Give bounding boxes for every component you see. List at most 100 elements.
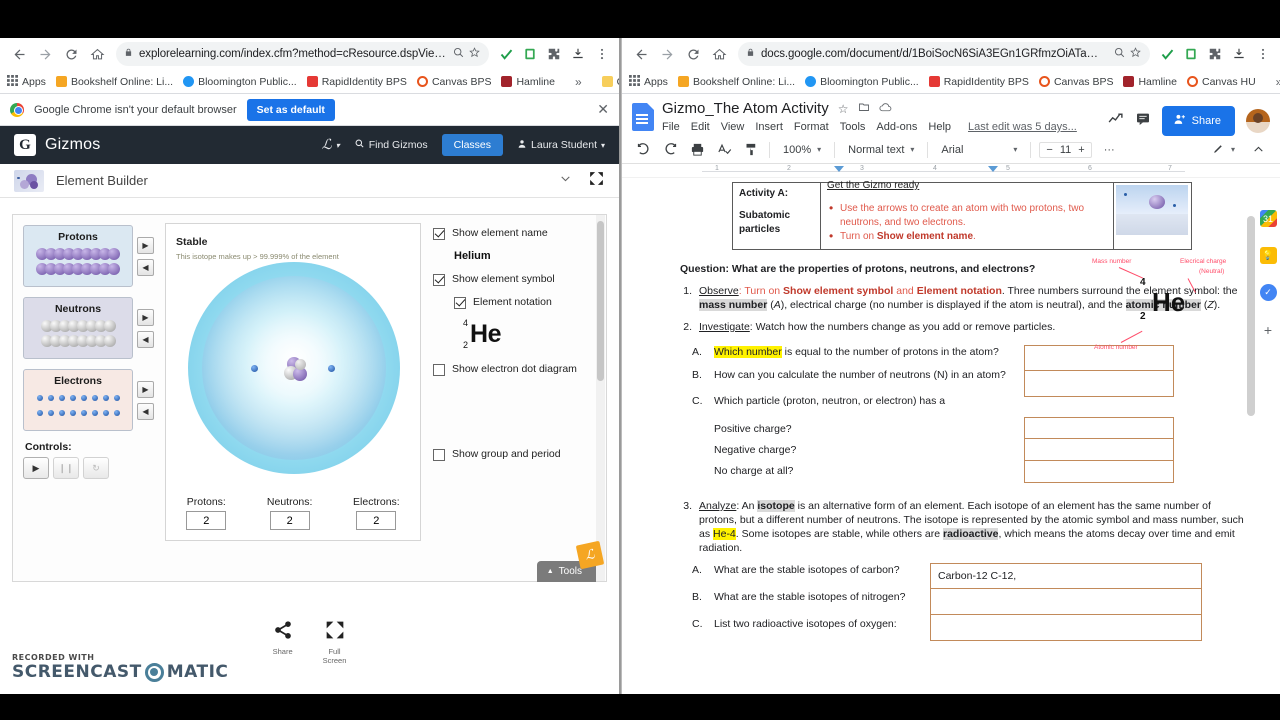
add-icon[interactable]: + [1259,321,1277,338]
activity-dashboard-icon[interactable] [1107,110,1124,132]
editing-mode-select[interactable]: ▾ [1207,140,1240,160]
gdocs-scrollbar[interactable] [1247,206,1255,536]
increase-font-size-button[interactable]: + [1078,144,1084,156]
menu-addons[interactable]: Add-ons [876,121,917,133]
font-size-stepper[interactable]: − 11 + [1039,141,1092,158]
scrollbar-thumb[interactable] [1247,216,1255,416]
set-as-default-button[interactable]: Set as default [246,98,335,121]
bookmark-rapididentity[interactable]: RapidIdentity BPS [306,76,407,88]
other-bookmarks-folder[interactable]: Other bookmarks [601,76,619,88]
bookmark-bookshelf[interactable]: Bookshelf Online: Li... [677,76,795,88]
check-extension-icon[interactable] [1156,43,1178,65]
print-icon[interactable] [688,140,707,159]
gizmo-scrollbar[interactable] [596,215,605,581]
zoom-select[interactable]: 100% ▾ [778,142,826,158]
menu-format[interactable]: Format [794,121,829,133]
calendar-icon[interactable]: 31 [1259,210,1277,227]
right-address-bar[interactable]: docs.google.com/document/d/1BoiSocN6SiA3… [738,42,1150,66]
menu-view[interactable]: View [721,121,745,133]
puzzle-extension-icon[interactable] [543,43,565,65]
cloud-saved-icon[interactable] [878,101,892,117]
download-extension-icon[interactable] [1228,43,1250,65]
scrollbar-thumb[interactable] [597,221,604,381]
electrons-box[interactable]: Electrons [23,369,133,431]
neutrons-box[interactable]: Neutrons [23,297,133,359]
bookmark-canvas-bps[interactable]: Canvas BPS [416,76,491,88]
move-to-folder-icon[interactable] [858,101,870,116]
checkbox-icon[interactable] [454,297,466,309]
menu-help[interactable]: Help [928,121,951,133]
find-gizmos-link[interactable]: Find Gizmos [354,138,428,152]
bookmark-rapididentity[interactable]: RapidIdentity BPS [928,76,1029,88]
redo-icon[interactable] [661,140,680,159]
bookmark-apps[interactable]: Apps [7,74,46,89]
paint-format-icon[interactable] [742,140,761,159]
zoom-icon[interactable] [1113,46,1126,62]
checkbox-icon[interactable] [433,274,445,286]
answer-box-3b[interactable] [930,589,1202,616]
remove-electron-button[interactable]: ◀ [137,402,154,420]
avatar[interactable] [1246,109,1270,133]
decrease-font-size-button[interactable]: − [1046,144,1052,156]
document-title[interactable]: Gizmo_The Atom Activity [662,100,829,117]
bookmark-hamline[interactable]: Hamline [501,76,555,88]
check-extension-icon[interactable] [495,43,517,65]
reload-icon[interactable] [58,41,84,67]
classes-tab[interactable]: Classes [441,134,504,156]
menu-edit[interactable]: Edit [691,121,710,133]
font-size-value[interactable]: 11 [1060,144,1071,156]
bookmark-hamline[interactable]: Hamline [1123,76,1177,88]
add-neutron-button[interactable]: ▶ [137,308,154,326]
back-arrow-icon[interactable] [6,41,32,67]
play-button[interactable]: ▶ [23,457,49,479]
option-show-electron-dot-diagram[interactable]: Show electron dot diagram [433,363,606,376]
indent-marker[interactable] [834,166,844,172]
gdocs-ruler[interactable]: 1 2 3 4 5 6 7 [622,164,1280,178]
reload-icon[interactable] [680,41,706,67]
menu-insert[interactable]: Insert [755,121,783,133]
zoom-icon[interactable] [452,46,465,62]
checkbox-icon[interactable] [433,364,445,376]
user-menu[interactable]: Laura Student ▾ [517,139,605,152]
protons-count-value[interactable]: 2 [186,511,227,530]
green-note-extension-icon[interactable] [519,43,541,65]
checkbox-icon[interactable] [433,228,445,240]
puzzle-extension-icon[interactable] [1204,43,1226,65]
bookmark-bloomington[interactable]: Bloomington Public... [183,76,297,88]
answer-box-positive[interactable] [1024,416,1174,439]
bookmark-apps[interactable]: Apps [629,74,668,89]
star-icon[interactable] [1129,46,1142,62]
protons-box[interactable]: Protons [23,225,133,287]
menu-file[interactable]: File [662,121,680,133]
comments-icon[interactable] [1135,111,1151,132]
back-arrow-icon[interactable] [628,41,654,67]
option-show-element-symbol[interactable]: Show element symbol [433,273,606,286]
forward-arrow-icon[interactable] [32,41,58,67]
reset-button[interactable]: ↻ [83,457,109,479]
bookmarks-overflow-icon[interactable]: » [575,75,582,89]
undo-icon[interactable] [634,140,653,159]
share-button[interactable]: Share [1161,106,1235,136]
gdocs-document-page[interactable]: Activity A: Subatomic particles Get the … [622,178,1280,675]
home-icon[interactable] [84,41,110,67]
school-logo-icon[interactable]: ℒ ▾ [322,137,340,154]
hide-menus-icon[interactable] [1249,140,1268,159]
close-icon[interactable]: ✕ [597,101,609,118]
forward-arrow-icon[interactable] [654,41,680,67]
add-electron-button[interactable]: ▶ [137,380,154,398]
more-toolbar-icon[interactable]: ··· [1100,140,1119,159]
bookmark-bloomington[interactable]: Bloomington Public... [805,76,919,88]
chrome-menu-icon[interactable] [591,43,613,65]
home-icon[interactable] [706,41,732,67]
indent-marker[interactable] [988,166,998,172]
option-element-notation[interactable]: Element notation [454,296,606,309]
left-address-bar[interactable]: explorelearning.com/index.cfm?method=cRe… [116,42,489,66]
green-note-extension-icon[interactable] [1180,43,1202,65]
electrons-count-value[interactable]: 2 [356,511,397,530]
add-proton-button[interactable]: ▶ [137,236,154,254]
last-edit-label[interactable]: Last edit was 5 days... [968,121,1077,133]
docs-logo-icon[interactable] [632,103,654,131]
bookmarks-overflow-icon[interactable]: » [1276,75,1280,89]
remove-proton-button[interactable]: ◀ [137,258,154,276]
chevron-down-icon[interactable] [559,172,572,190]
